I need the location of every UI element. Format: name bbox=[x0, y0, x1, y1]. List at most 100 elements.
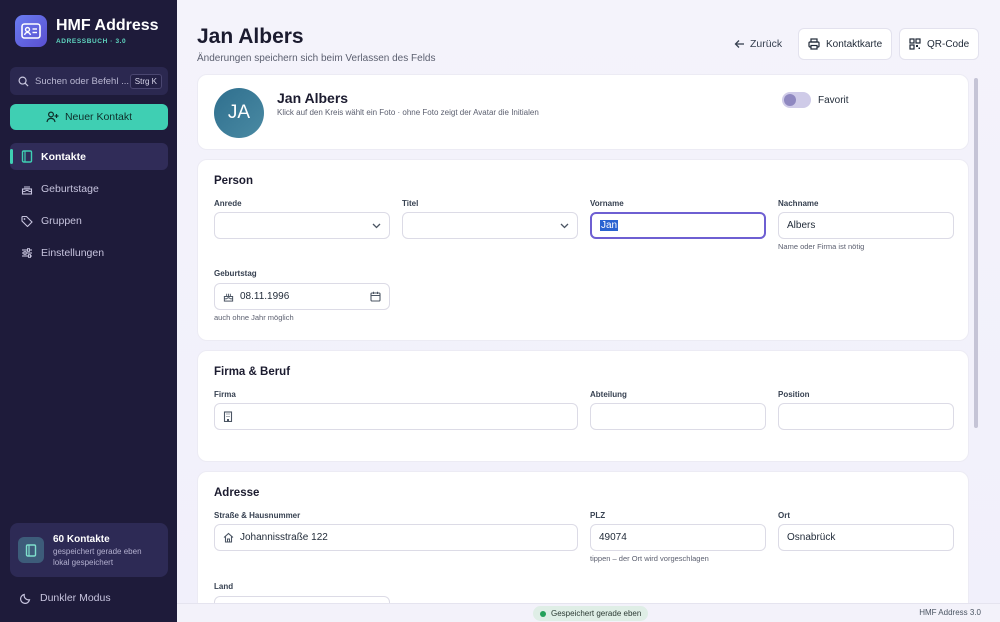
app-name: HMF Address bbox=[56, 17, 159, 34]
saved-status: gespeichert gerade eben bbox=[53, 546, 142, 556]
toggle-switch[interactable] bbox=[782, 92, 811, 108]
qr-code-icon bbox=[909, 38, 921, 50]
contact-count: 60 Kontakte bbox=[53, 533, 110, 545]
anrede-label: Anrede bbox=[214, 199, 242, 208]
profile-card: JA Jan Albers Klick auf den Kreis wählt … bbox=[197, 74, 969, 150]
geburtstag-label: Geburtstag bbox=[214, 269, 257, 278]
plz-label: PLZ bbox=[590, 511, 606, 520]
building-icon bbox=[223, 411, 233, 422]
sidebar-item-einstellungen[interactable]: Einstellungen bbox=[10, 239, 168, 266]
section-title: Firma & Beruf bbox=[214, 366, 291, 378]
position-field[interactable] bbox=[778, 403, 954, 430]
arrow-left-icon bbox=[734, 39, 745, 49]
form-scroll-area[interactable]: JA Jan Albers Klick auf den Kreis wählt … bbox=[197, 74, 970, 604]
chevron-down-icon bbox=[560, 223, 569, 229]
dark-mode-toggle[interactable]: Dunkler Modus bbox=[20, 592, 111, 604]
strasse-value: Johannisstraße 122 bbox=[240, 532, 328, 543]
sidebar-item-label: Einstellungen bbox=[41, 246, 105, 259]
status-bar: Gespeichert gerade eben HMF Address 3.0 bbox=[177, 603, 1000, 622]
person-section: Person Anrede Titel Vorname Jan Nachname… bbox=[197, 159, 969, 341]
add-user-icon bbox=[46, 111, 59, 123]
titel-label: Titel bbox=[402, 199, 419, 208]
app-version: HMF Address 3.0 bbox=[919, 608, 981, 617]
plz-field[interactable]: 49074 bbox=[590, 524, 766, 551]
brand: HMF Address ADRESSBUCH · 3.0 bbox=[15, 15, 159, 47]
vorname-value: Jan bbox=[600, 220, 619, 231]
page-title: Jan Albers bbox=[197, 25, 304, 48]
strasse-field[interactable]: Johannisstraße 122 bbox=[214, 524, 578, 551]
scrollbar[interactable] bbox=[974, 78, 978, 428]
save-status-text: Gespeichert gerade eben bbox=[551, 609, 642, 618]
qr-code-button[interactable]: QR-Code bbox=[899, 28, 980, 60]
contact-card-button[interactable]: Kontaktkarte bbox=[798, 28, 893, 60]
search-input[interactable]: Suchen oder Befehl ... Strg K bbox=[10, 67, 168, 95]
back-label: Zurück bbox=[750, 38, 783, 50]
nachname-label: Nachname bbox=[778, 199, 819, 208]
section-title: Person bbox=[214, 175, 253, 187]
geburtstag-field[interactable]: 08.11.1996 bbox=[214, 283, 390, 310]
abteilung-field[interactable] bbox=[590, 403, 766, 430]
sidebar-item-geburtstage[interactable]: Geburtstage bbox=[10, 175, 168, 202]
anrede-select[interactable] bbox=[214, 212, 390, 239]
app-subtitle: ADRESSBUCH · 3.0 bbox=[56, 38, 127, 45]
titel-select[interactable] bbox=[402, 212, 578, 239]
firma-label: Firma bbox=[214, 390, 236, 399]
abteilung-label: Abteilung bbox=[590, 390, 627, 399]
ort-label: Ort bbox=[778, 511, 790, 520]
sidebar-item-kontakte[interactable]: Kontakte bbox=[10, 143, 168, 170]
calendar-icon[interactable] bbox=[370, 291, 381, 302]
chevron-down-icon bbox=[372, 223, 381, 229]
address-section: Adresse Straße & Hausnummer Johannisstra… bbox=[197, 471, 969, 604]
save-status-badge: Gespeichert gerade eben bbox=[533, 606, 649, 621]
section-title: Adresse bbox=[214, 487, 260, 499]
contact-name: Jan Albers bbox=[277, 90, 349, 106]
printer-icon bbox=[808, 38, 820, 50]
land-label: Land bbox=[214, 582, 234, 591]
sliders-icon bbox=[21, 247, 33, 259]
avatar-hint: Klick auf den Kreis wählt ein Foto · ohn… bbox=[277, 108, 539, 117]
search-placeholder: Suchen oder Befehl ... bbox=[35, 75, 130, 87]
storage-status: lokal gespeichert bbox=[53, 557, 114, 567]
tag-icon bbox=[21, 215, 33, 227]
strasse-label: Straße & Hausnummer bbox=[214, 511, 301, 520]
new-contact-label: Neuer Kontakt bbox=[64, 111, 133, 123]
contact-card-label: Kontaktkarte bbox=[826, 38, 883, 50]
address-card-icon bbox=[15, 15, 47, 47]
sidebar: HMF Address ADRESSBUCH · 3.0 Suchen oder… bbox=[0, 0, 177, 622]
moon-icon bbox=[20, 592, 32, 604]
nachname-hint: Name oder Firma ist nötig bbox=[778, 242, 865, 251]
sidebar-item-gruppen[interactable]: Gruppen bbox=[10, 207, 168, 234]
status-dot bbox=[540, 610, 546, 617]
search-icon bbox=[18, 76, 29, 87]
new-contact-button[interactable]: Neuer Kontakt bbox=[10, 104, 168, 130]
geburtstag-value: 08.11.1996 bbox=[240, 291, 290, 302]
vorname-field[interactable]: Jan bbox=[590, 212, 766, 239]
home-icon bbox=[223, 532, 234, 543]
firma-field[interactable] bbox=[214, 403, 578, 430]
favorite-label: Favorit bbox=[818, 94, 849, 106]
ort-field[interactable]: Osnabrück bbox=[778, 524, 954, 551]
position-label: Position bbox=[778, 390, 810, 399]
geburtstag-hint: auch ohne Jahr möglich bbox=[214, 313, 294, 322]
back-button[interactable]: Zurück bbox=[734, 38, 782, 50]
plz-value: 49074 bbox=[599, 532, 627, 543]
book-icon bbox=[18, 537, 44, 563]
favorite-toggle[interactable]: Favorit bbox=[782, 92, 849, 108]
company-section: Firma & Beruf Firma Abteilung Position bbox=[197, 350, 969, 462]
plz-hint: tippen – der Ort wird vorgeschlagen bbox=[590, 554, 709, 563]
main-content: Jan Albers Änderungen speichern sich bei… bbox=[177, 0, 1000, 622]
sidebar-item-label: Kontakte bbox=[41, 150, 86, 163]
cake-icon bbox=[223, 291, 234, 302]
book-icon bbox=[21, 150, 33, 163]
sidebar-item-label: Geburtstage bbox=[41, 182, 99, 195]
vorname-label: Vorname bbox=[590, 199, 624, 208]
sidebar-nav: Kontakte Geburtstage Gruppen Einstellung… bbox=[10, 143, 168, 271]
qr-code-label: QR-Code bbox=[927, 38, 970, 50]
search-shortcut: Strg K bbox=[129, 73, 162, 89]
avatar[interactable]: JA bbox=[214, 88, 264, 138]
sidebar-item-label: Gruppen bbox=[41, 214, 82, 227]
dark-mode-label: Dunkler Modus bbox=[40, 592, 111, 604]
ort-value: Osnabrück bbox=[787, 532, 836, 543]
nachname-field[interactable]: Albers bbox=[778, 212, 954, 239]
cake-icon bbox=[21, 183, 33, 195]
